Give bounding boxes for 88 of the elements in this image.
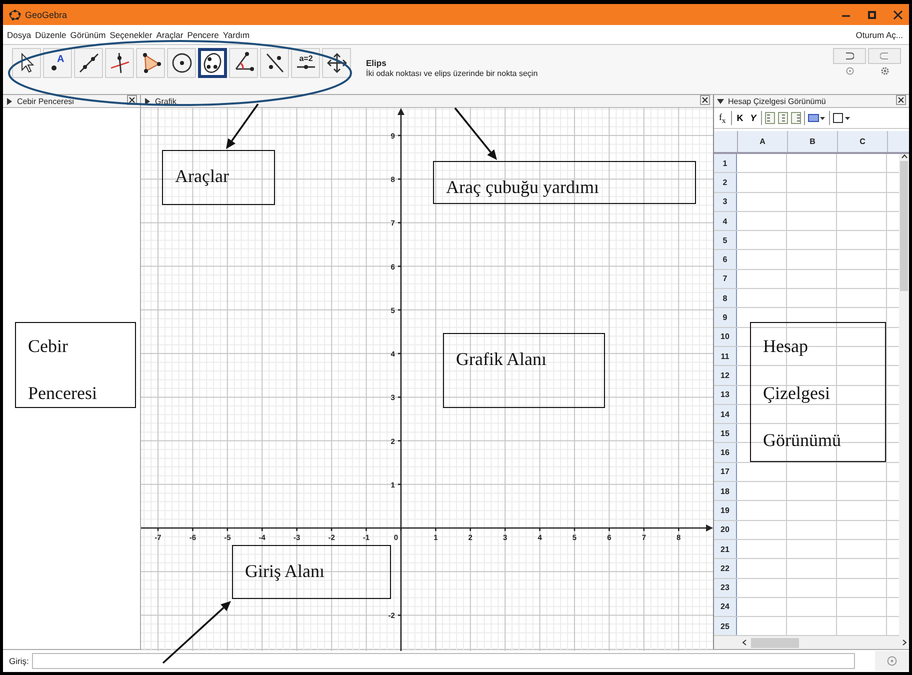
row-header[interactable]: 11: [714, 346, 737, 366]
column-header[interactable]: B: [788, 131, 838, 152]
view-title: Grafik: [155, 96, 176, 106]
callout-label: Grafik Alanı: [443, 333, 605, 408]
row-header[interactable]: 19: [714, 501, 737, 520]
callout-label: Hesap Çizelgesi Görünümü: [750, 322, 886, 462]
formula-button[interactable]: f$_{x}$: [717, 112, 728, 124]
align-right-icon[interactable]: [791, 112, 802, 124]
close-icon[interactable]: [700, 95, 710, 105]
close-icon[interactable]: [893, 10, 903, 20]
menu-item[interactable]: Düzenle: [35, 30, 66, 40]
row-header[interactable]: 18: [714, 482, 737, 500]
row-header[interactable]: 6: [714, 250, 737, 269]
row-header[interactable]: 3: [714, 192, 737, 211]
row-header[interactable]: 14: [714, 404, 737, 424]
ellipse-icon: [201, 51, 224, 75]
tool-help-text: İki odak noktası ve elips üzerinde bir nokta seçin: [366, 69, 538, 78]
input-field[interactable]: [32, 653, 855, 669]
menu-item[interactable]: Pencere: [187, 30, 219, 40]
tool-button[interactable]: [198, 48, 227, 78]
scrollbar-thumb[interactable]: [751, 638, 799, 648]
expand-icon[interactable]: [144, 98, 151, 104]
window-title: GeoGebra: [25, 10, 68, 20]
help-icon[interactable]: [846, 67, 854, 75]
redo-icon: [880, 52, 889, 60]
undo-icon: [845, 52, 854, 60]
vertical-scrollbar[interactable]: [899, 154, 909, 636]
column-header[interactable]: A: [738, 131, 788, 152]
row-header[interactable]: 20: [714, 520, 737, 539]
row-header[interactable]: 17: [714, 462, 737, 482]
callout-label: Giriş Alanı: [232, 545, 391, 599]
callout-label: Araçlar: [162, 150, 275, 205]
settings-icon[interactable]: [880, 67, 888, 75]
logo-icon: [9, 8, 21, 20]
row-header[interactable]: 5: [714, 231, 737, 250]
callout-label: Cebir Penceresi: [15, 322, 136, 408]
move-arrows-icon: [324, 51, 348, 75]
circle-icon: [170, 51, 194, 75]
tool-name: Elips: [366, 58, 388, 68]
scroll-up-icon: [900, 154, 908, 159]
row-header[interactable]: 2: [714, 173, 737, 192]
close-icon[interactable]: [896, 95, 906, 105]
arrow: [226, 103, 259, 149]
row-header[interactable]: 12: [714, 366, 737, 385]
row-header[interactable]: 21: [714, 540, 737, 558]
italic-button[interactable]: Y: [748, 113, 758, 123]
bold-button[interactable]: K: [734, 113, 746, 123]
row-header[interactable]: 22: [714, 559, 737, 578]
menu-item[interactable]: Dosya: [7, 30, 32, 40]
row-header[interactable]: 8: [714, 289, 737, 308]
callout-label: Araç çubuğu yardımı: [433, 161, 696, 204]
row-header[interactable]: 24: [714, 598, 737, 616]
menu-item[interactable]: Araçlar: [156, 30, 184, 40]
column-header[interactable]: C: [838, 131, 888, 152]
row-header[interactable]: 9: [714, 308, 737, 327]
undo-button[interactable]: [833, 48, 866, 64]
row-header[interactable]: 1: [714, 154, 737, 172]
row-header[interactable]: 13: [714, 386, 737, 404]
sign-in-link[interactable]: Oturum Aç...: [856, 30, 909, 40]
row-header[interactable]: 10: [714, 328, 737, 346]
border-icon[interactable]: [833, 113, 852, 123]
help-icon[interactable]: [887, 656, 897, 666]
menu-item[interactable]: Görünüm: [70, 30, 106, 40]
scroll-left-icon: [742, 639, 747, 646]
row-header[interactable]: 4: [714, 212, 737, 230]
menu-item[interactable]: Seçenekler: [110, 30, 152, 40]
arrow: [162, 601, 231, 664]
scrollbar-thumb[interactable]: [900, 161, 908, 291]
view-title: Hesap Çizelgesi Görünümü: [728, 96, 826, 106]
row-header[interactable]: 25: [714, 617, 737, 636]
maximize-icon[interactable]: [867, 10, 877, 20]
column-header[interactable]: [888, 131, 909, 152]
align-center-icon[interactable]: [778, 112, 788, 124]
menu-item[interactable]: Yardım: [222, 30, 250, 40]
fill-color-icon[interactable]: [808, 113, 826, 123]
expand-icon[interactable]: [6, 98, 13, 104]
align-left-icon[interactable]: [765, 112, 776, 124]
scroll-right-icon: [902, 638, 907, 646]
collapse-icon[interactable]: [717, 98, 724, 104]
row-header[interactable]: 16: [714, 443, 737, 462]
view-title: Cebir Penceresi: [17, 96, 74, 106]
row-header[interactable]: 7: [714, 270, 737, 288]
header-corner[interactable]: [714, 131, 738, 152]
arrow: [454, 107, 497, 160]
horizontal-scrollbar[interactable]: [714, 636, 909, 649]
row-header[interactable]: 15: [714, 424, 737, 442]
row-header[interactable]: 23: [714, 578, 737, 597]
input-label: Giriş:: [9, 656, 29, 666]
